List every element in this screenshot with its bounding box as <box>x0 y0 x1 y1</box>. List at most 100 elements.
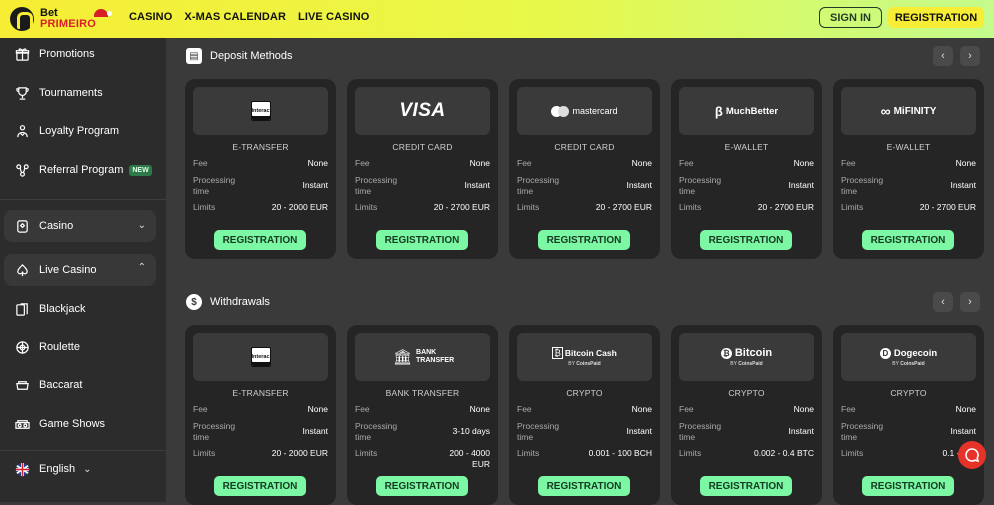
limits-value: 20 - 2700 EUR <box>919 202 976 212</box>
deposit-method-card: Interac E-TRANSFER Fee None Processing time In… <box>185 79 336 259</box>
chevron-down-icon: ⌄ <box>83 463 92 475</box>
sidebar-item-referral-program[interactable]: Referral Program NEW <box>0 152 166 188</box>
sidebar-item-promotions[interactable]: Promotions <box>0 36 166 72</box>
live-chat-button[interactable] <box>958 441 986 469</box>
processing-time-label: Processing time <box>355 421 398 442</box>
limits-value: 0.002 - 0.4 BTC <box>753 448 814 458</box>
roulette-icon <box>14 339 30 355</box>
limits-value: 200 - 4000 EUR <box>449 448 490 469</box>
payment-method-name: E-WALLET <box>886 142 931 152</box>
card-registration-button[interactable]: REGISTRATION <box>862 476 954 496</box>
fee-value: None <box>793 404 814 414</box>
sidebar-item-baccarat[interactable]: Baccarat <box>0 367 166 403</box>
limits-label: Limits <box>517 448 540 458</box>
card-registration-button[interactable]: REGISTRATION <box>214 230 306 250</box>
fee-value: None <box>307 404 328 414</box>
chevron-down-icon: ⌄ <box>137 220 146 231</box>
sidebar-item-game-shows[interactable]: Game Shows <box>0 406 166 442</box>
sidebar-item-label: Promotions <box>39 48 95 60</box>
sidebar-item-label: Baccarat <box>39 379 83 391</box>
logo-text: Dogecoin <box>893 347 938 359</box>
withdrawal-method-card: ₿ Bitcoin Cash BY CoinsPaid CRYPTO Fee None Pr… <box>509 325 660 505</box>
limits-label: Limits <box>679 448 702 458</box>
payment-method-name: CREDIT CARD <box>554 142 615 152</box>
sidebar-item-roulette[interactable]: Roulette <box>0 329 166 365</box>
card-registration-button[interactable]: REGISTRATION <box>376 476 468 496</box>
processing-time-label: Processing time <box>841 175 884 196</box>
logo-mark-icon <box>10 7 34 31</box>
card-registration-button[interactable]: REGISTRATION <box>538 230 630 250</box>
interac-logo-icon: Interac <box>250 347 271 367</box>
sidebar-item-label: Blackjack <box>39 303 86 315</box>
sidebar-item-label: Tournaments <box>39 87 103 99</box>
card-registration-button[interactable]: REGISTRATION <box>862 230 954 250</box>
santa-hat-icon <box>94 9 112 17</box>
header-registration-button[interactable]: REGISTRATION <box>888 7 984 28</box>
deposit-prev-button[interactable]: ‹ <box>933 46 953 66</box>
fee-label: Fee <box>841 158 856 168</box>
deposit-method-card: mastercard CREDIT CARD Fee None Processing ti… <box>509 79 660 259</box>
fee-label: Fee <box>679 404 694 414</box>
processing-time-value: Instant <box>950 180 976 190</box>
withdrawal-prev-button[interactable]: ‹ <box>933 292 953 312</box>
nav-live-casino[interactable]: LIVE CASINO <box>298 11 369 23</box>
visa-logo-icon: VISA <box>399 100 446 121</box>
withdrawal-section-header: $ Withdrawals <box>186 294 270 310</box>
casino-icon <box>14 218 30 234</box>
interac-logo-icon: Interac <box>250 101 271 121</box>
nav-casino[interactable]: CASINO <box>129 11 172 23</box>
processing-time-label: Processing time <box>679 421 722 442</box>
sign-in-button[interactable]: SIGN IN <box>819 7 882 28</box>
cards-icon <box>14 301 30 317</box>
sidebar-item-loyalty-program[interactable]: Loyalty Program <box>0 113 166 149</box>
processing-time-value: Instant <box>302 426 328 436</box>
logo-text: mastercard <box>572 106 618 116</box>
limits-value: 20 - 2700 EUR <box>757 202 814 212</box>
chat-bubble-icon <box>965 448 980 463</box>
fee-label: Fee <box>355 158 370 168</box>
deposit-method-card: β MuchBetter E-WALLET Fee None Processing time… <box>671 79 822 259</box>
fee-label: Fee <box>679 158 694 168</box>
sidebar-item-tournaments[interactable]: Tournaments <box>0 75 166 111</box>
sidebar-item-blackjack[interactable]: Blackjack <box>0 291 166 327</box>
deposit-section-header: ▤ Deposit Methods <box>186 48 293 64</box>
payment-method-name: E-TRANSFER <box>232 388 289 398</box>
deposit-section-title: Deposit Methods <box>210 50 293 62</box>
language-label: English <box>39 463 76 475</box>
fee-value: None <box>631 158 652 168</box>
fee-value: None <box>793 158 814 168</box>
sidebar-item-label: Roulette <box>39 341 80 353</box>
withdrawal-method-card: ₿ Bitcoin BY CoinsPaid CRYPTO Fee None Process… <box>671 325 822 505</box>
sidebar-live-casino-toggle[interactable]: Live Casino ⌃ <box>4 254 156 286</box>
card-registration-button[interactable]: REGISTRATION <box>538 476 630 496</box>
muchbetter-logo-icon: β MuchBetter <box>714 103 779 119</box>
limits-value: 0.001 - 100 BCH <box>588 448 652 458</box>
fee-value: None <box>955 158 976 168</box>
payment-method-name: CRYPTO <box>890 388 927 398</box>
processing-time-value: Instant <box>788 426 814 436</box>
processing-time-value: Instant <box>302 180 328 190</box>
sidebar-item-label: Referral Program <box>39 164 124 176</box>
fee-value: None <box>307 158 328 168</box>
card-registration-button[interactable]: REGISTRATION <box>214 476 306 496</box>
logo-text: Bitcoin <box>734 347 773 359</box>
sidebar-item-label: Game Shows <box>39 418 106 430</box>
fee-label: Fee <box>841 404 856 414</box>
card-registration-button[interactable]: REGISTRATION <box>700 230 792 250</box>
card-registration-button[interactable]: REGISTRATION <box>376 230 468 250</box>
loyalty-icon <box>14 123 30 139</box>
brand-logo[interactable]: Bet PRIMEIRO <box>10 5 120 33</box>
card-registration-button[interactable]: REGISTRATION <box>700 476 792 496</box>
deposit-next-button[interactable]: › <box>960 46 980 66</box>
limits-label: Limits <box>193 202 216 212</box>
withdrawal-next-button[interactable]: › <box>960 292 980 312</box>
logo-text: Interac <box>251 108 270 114</box>
fee-value: None <box>955 404 976 414</box>
fee-label: Fee <box>517 404 532 414</box>
limits-value: 20 - 2000 EUR <box>271 448 328 458</box>
chevron-up-icon: ⌃ <box>137 262 146 273</box>
fee-value: None <box>631 404 652 414</box>
sidebar-casino-toggle[interactable]: Casino ⌄ <box>4 210 156 242</box>
nav-xmas-calendar[interactable]: X-MAS CALENDAR <box>184 11 286 23</box>
language-selector[interactable]: English ⌄ <box>0 451 166 487</box>
